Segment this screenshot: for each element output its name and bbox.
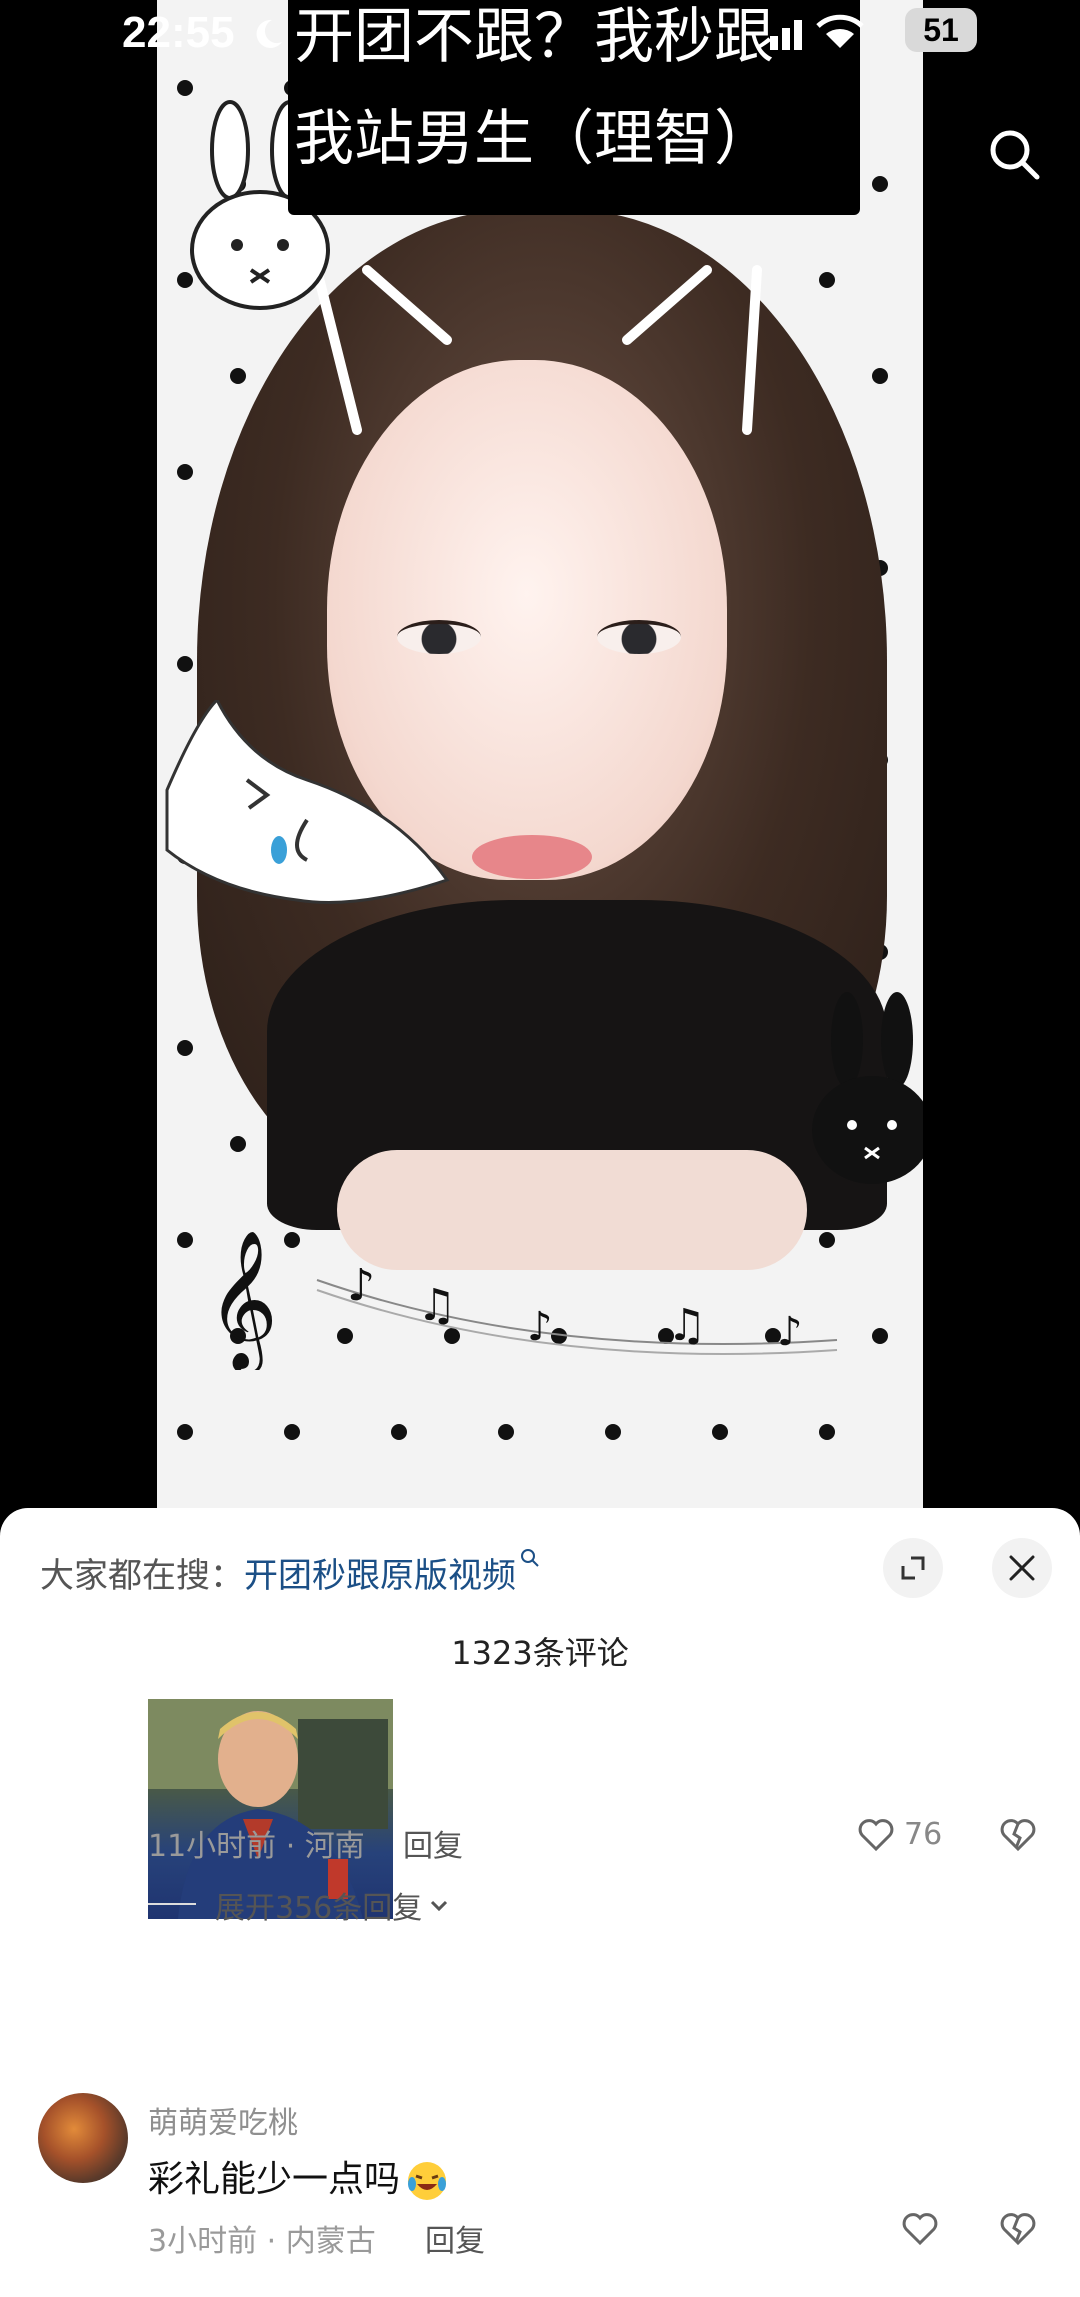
caption-line-1: 开团不跟？我秒跟 (294, 2, 774, 72)
heart-icon (858, 1819, 894, 1852)
black-rabbit-doodle (812, 992, 923, 1184)
polka-dot (819, 272, 835, 288)
comment-2-text: 彩礼能少一点吗 (148, 2150, 448, 2202)
search-small-icon (521, 1549, 539, 1567)
portrait-right-eye (597, 620, 681, 654)
laughing-crying-emoji-icon (408, 2162, 447, 2200)
broken-heart-icon[interactable] (998, 2208, 1038, 2248)
polka-dot (391, 1424, 407, 1440)
chevron-down-icon (431, 1900, 448, 1912)
polka-dot (605, 1424, 621, 1440)
portrait-lips (472, 835, 592, 879)
search-icon (990, 130, 1040, 180)
polka-dot (872, 176, 888, 192)
polka-dot (498, 1424, 514, 1440)
video-player[interactable]: 𝄞 ♪ ♫ ♪ ♫ ♪ 开团不跟？我秒跟 我站男生（理智） (157, 0, 923, 1510)
status-time: 22:55 (122, 8, 235, 57)
trending-search-prefix: 大家都在搜： (40, 1556, 244, 1596)
polka-dot (872, 368, 888, 384)
svg-text:♪: ♪ (777, 1309, 803, 1355)
polka-dot (177, 80, 193, 96)
svg-text:♫: ♫ (417, 1280, 456, 1331)
polka-dot (819, 1424, 835, 1440)
broken-heart-icon[interactable] (998, 1814, 1038, 1854)
comment-1-meta: 11小时前 · 河南 (148, 1821, 365, 1865)
polka-dot (177, 464, 193, 480)
do-not-disturb-icon (256, 19, 282, 48)
caption-line-2: 我站男生（理智） (294, 104, 774, 174)
close-icon (1009, 1555, 1035, 1581)
trending-search-term[interactable]: 开团秒跟原版视频 (244, 1556, 516, 1596)
polka-dot (177, 1424, 193, 1440)
svg-text:𝄞: 𝄞 (207, 1230, 278, 1370)
expand-button[interactable] (883, 1538, 943, 1598)
svg-text:♪: ♪ (527, 1304, 553, 1350)
polka-dot (177, 1040, 193, 1056)
svg-text:♪: ♪ (347, 1260, 375, 1311)
expand-icon (901, 1556, 925, 1580)
expand-replies-label: 展开356条回复 (215, 1891, 423, 1926)
music-notes-doodle: 𝄞 ♪ ♫ ♪ ♫ ♪ (207, 1230, 838, 1370)
comment-2-username[interactable]: 萌萌爱吃桃 (148, 2098, 298, 2142)
battery-indicator: 51 (905, 8, 977, 52)
heart-icon[interactable] (900, 2208, 940, 2248)
polka-dot (712, 1424, 728, 1440)
polka-dot (230, 1136, 246, 1152)
search-button[interactable] (980, 120, 1048, 188)
trending-search[interactable]: 大家都在搜：开团秒跟原版视频 (40, 1548, 540, 1597)
comment-1-like-count: 76 (904, 1816, 943, 1852)
comment-2-body: 彩礼能少一点吗 (148, 2159, 401, 2200)
comment-2-reply-button[interactable]: 回复 (425, 2216, 485, 2260)
close-button[interactable] (992, 1538, 1052, 1598)
expand-divider (148, 1903, 196, 1905)
expand-replies-button[interactable]: 展开356条回复 (215, 1883, 450, 1927)
comment-count: 1323条评论 (451, 1634, 629, 1672)
comment-1-like-button[interactable]: 76 (856, 1814, 942, 1854)
comment-2-time: 3小时前 · 内蒙古 (148, 2224, 376, 2259)
comment-1-time: 11小时前 · 河南 (148, 1829, 365, 1864)
crying-ghost-doodle (165, 700, 450, 904)
portrait-left-eye (397, 620, 481, 654)
svg-text:♫: ♫ (667, 1300, 706, 1351)
polka-dot (230, 368, 246, 384)
polka-dot (284, 1424, 300, 1440)
avatar[interactable] (38, 2093, 128, 2183)
polka-dot (177, 1232, 193, 1248)
comment-sheet: 大家都在搜：开团秒跟原版视频 1323条评论 11小时前 · 河南 回复 76 … (0, 1508, 1080, 2297)
polka-dot (177, 656, 193, 672)
comment-1-reply-button[interactable]: 回复 (403, 1821, 463, 1865)
signal-wifi-icon (770, 14, 864, 50)
cat-ear-doodle (312, 265, 762, 435)
